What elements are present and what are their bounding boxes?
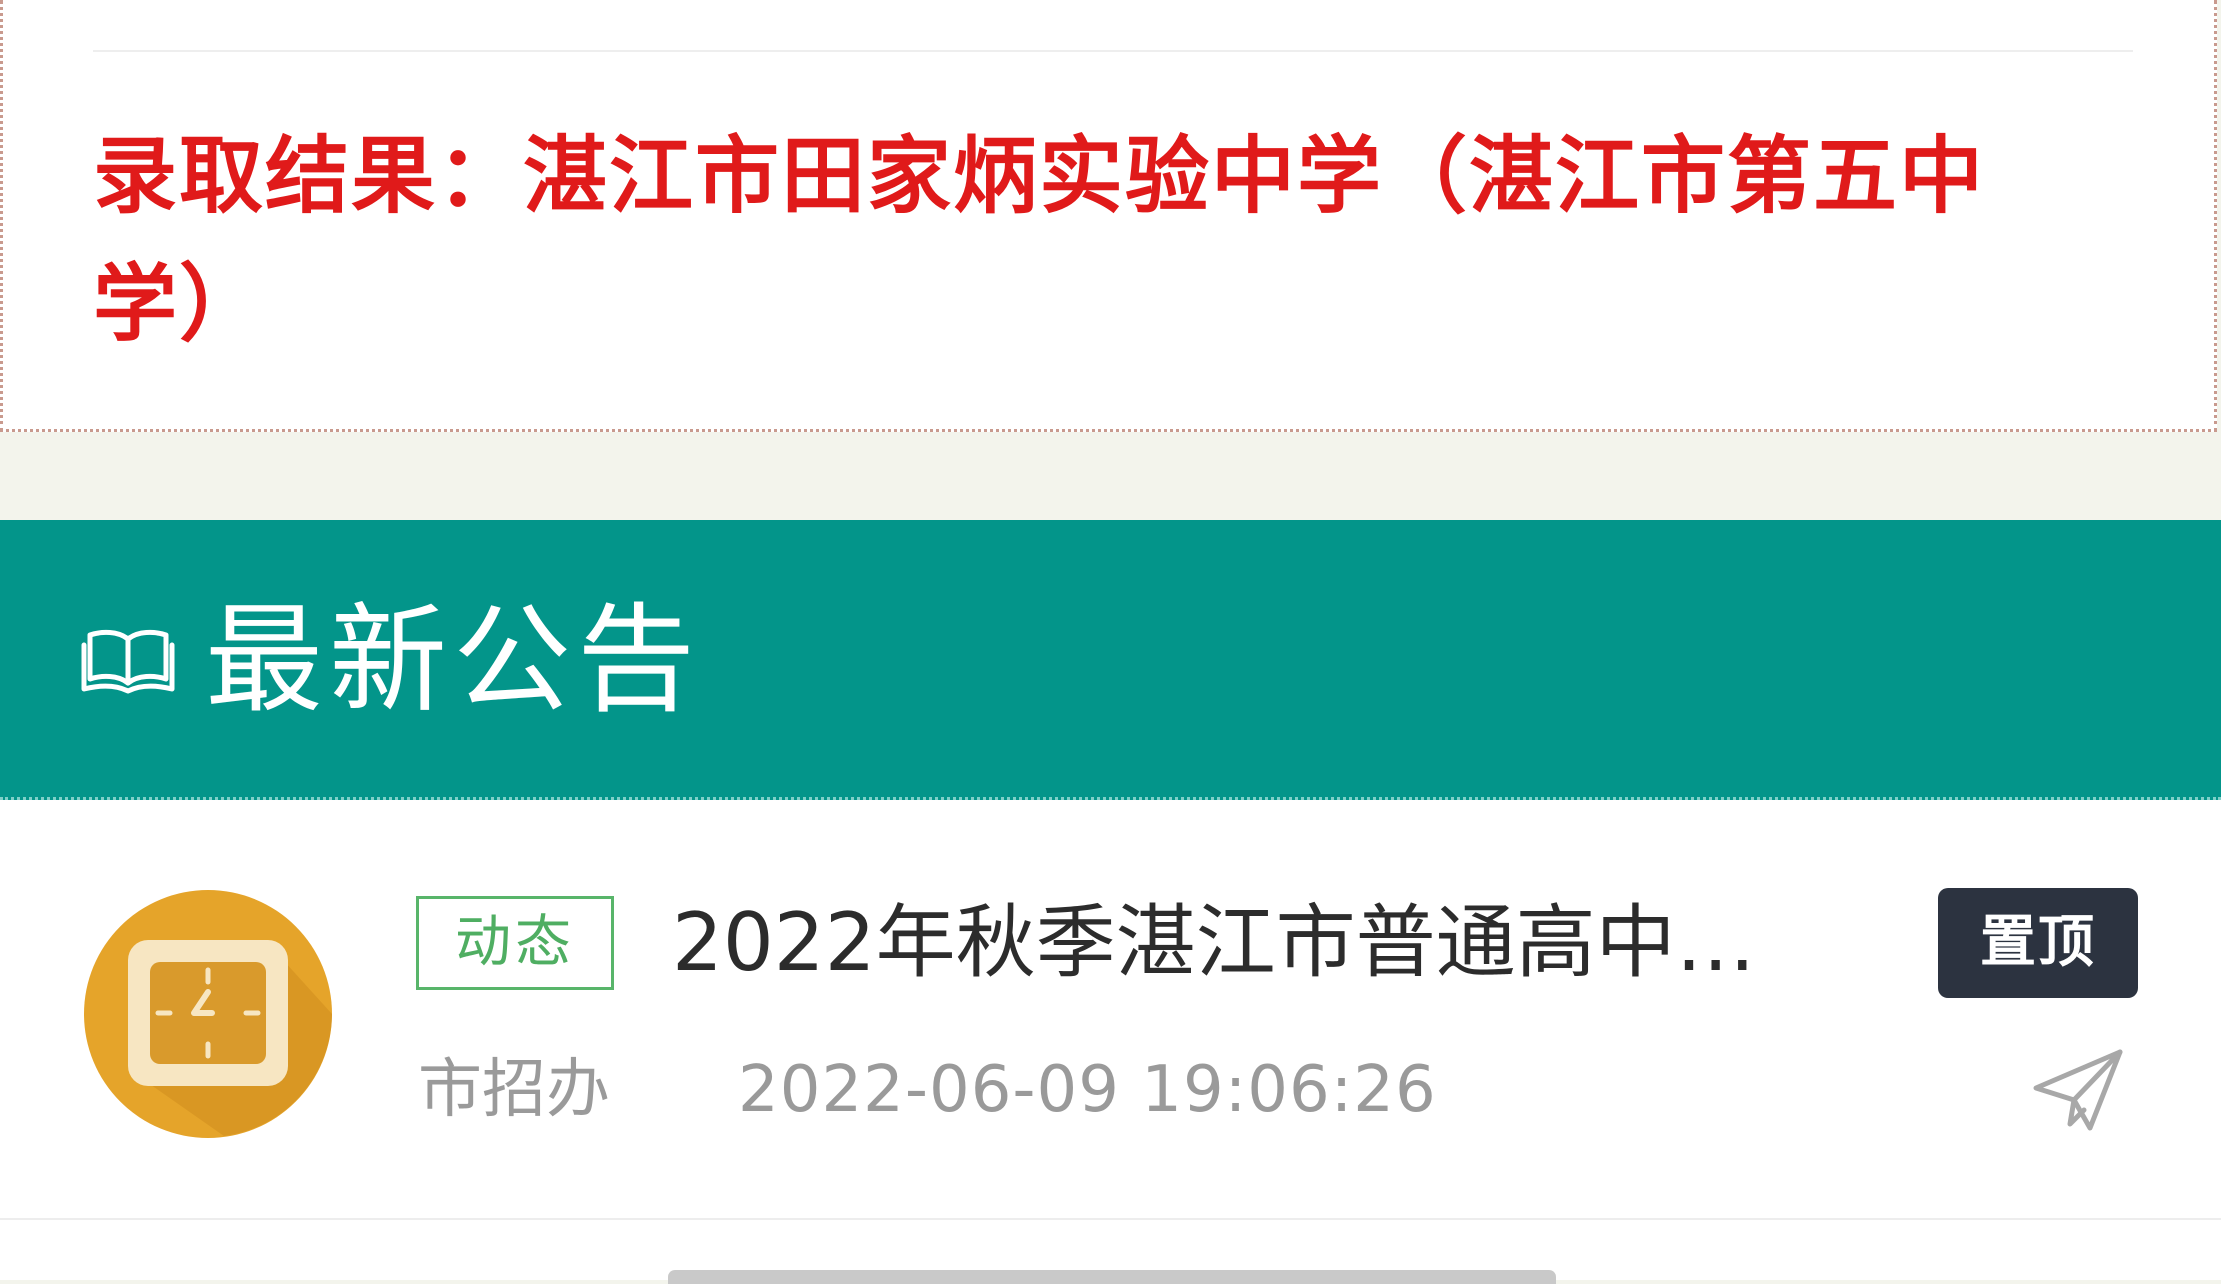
admission-result: 录取结果：湛江市田家炳实验中学（湛江市第五中学） (93, 112, 2093, 368)
admission-result-card: 录取结果：湛江市田家炳实验中学（湛江市第五中学） (0, 0, 2217, 432)
book-open-icon (81, 629, 175, 694)
pinned-badge: 置顶 (1938, 888, 2138, 998)
notice-item[interactable]: 动态 2022年秋季湛江市普通高中… 置顶 市招办 2022-06-09 19:… (0, 800, 2221, 1220)
publisher: 市招办 (418, 1053, 610, 1127)
notice-title-link[interactable]: 2022年秋季湛江市普通高中… (672, 888, 1862, 998)
publish-time: 2022-06-09 19:06:26 (738, 1053, 1437, 1127)
paper-plane-icon[interactable] (2030, 1046, 2126, 1134)
clock-icon (84, 890, 332, 1138)
section-title: 最新公告 (205, 591, 702, 729)
latest-notices-header: 最新公告 (0, 520, 2221, 800)
admission-result-label: 录取结果： (93, 127, 524, 225)
notice-list: 动态 2022年秋季湛江市普通高中… 置顶 市招办 2022-06-09 19:… (0, 800, 2221, 1284)
category-tag: 动态 (416, 896, 614, 990)
scrollbar-thumb[interactable] (668, 1270, 1556, 1284)
item-divider (0, 1218, 2221, 1220)
result-divider (93, 50, 2133, 52)
